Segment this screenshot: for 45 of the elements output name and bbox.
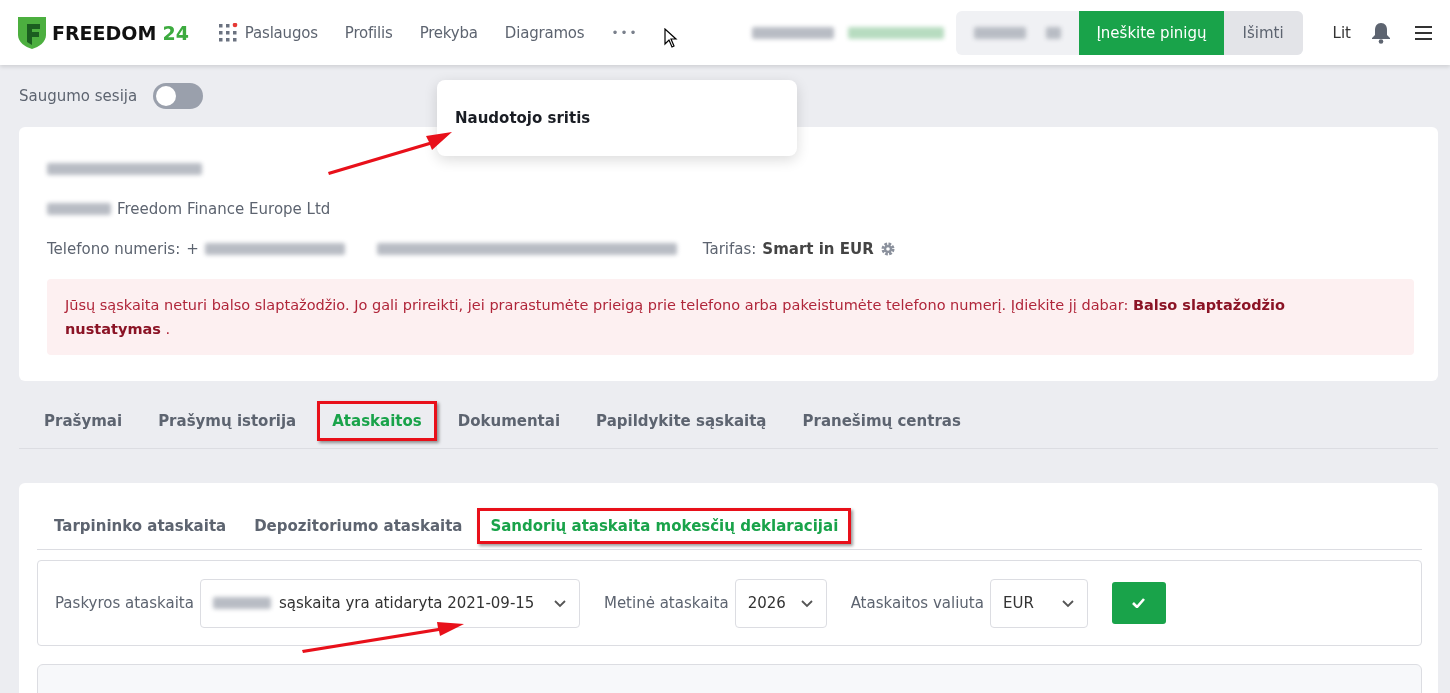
more-menu[interactable]: ••• (611, 25, 639, 40)
confirm-button[interactable] (1111, 582, 1166, 624)
language-switch[interactable]: Lit (1332, 23, 1351, 42)
nav-link[interactable]: Profilis (344, 23, 393, 42)
year-select[interactable]: 2026 (734, 578, 827, 628)
shield-logo-icon (18, 16, 46, 49)
tariff-label: Tarifas: (702, 240, 757, 258)
phone-prefix: + (186, 240, 199, 258)
tab[interactable]: Dokumentai (442, 400, 576, 441)
checkmark-icon (1132, 598, 1146, 608)
logo-number: 24 (162, 21, 189, 44)
tab[interactable]: Prašymų istorija (143, 400, 312, 441)
phone-label: Telefono numeris: (47, 240, 181, 258)
chevron-down-icon (799, 598, 814, 608)
bell-icon[interactable] (1371, 21, 1391, 44)
apps-grid-icon (218, 23, 239, 42)
account-report-select[interactable]: sąskaita yra atidaryta 2021-09-15 (199, 578, 580, 628)
annual-report-label: Metinė ataskaita (603, 594, 729, 612)
settings-icon[interactable] (879, 241, 896, 257)
report-tab[interactable]: Sandorių ataskaita mokesčių deklaracijai (477, 508, 852, 544)
cursor-icon (663, 27, 678, 48)
nav-link[interactable]: Diagramos (504, 23, 585, 42)
company-name: Freedom Finance Europe Ltd (117, 200, 331, 218)
security-session-toggle[interactable] (153, 83, 204, 109)
popover-title[interactable]: Naudotojo sritis (455, 109, 591, 127)
chevron-down-icon (552, 598, 567, 608)
security-session-label: Saugumo sesija (19, 87, 138, 105)
deposit-button[interactable]: Įneškite pinigų (1079, 10, 1224, 55)
tab[interactable]: Papildykite sąskaitą (581, 400, 782, 441)
tab[interactable]: Prašymai (29, 400, 138, 441)
voice-password-alert: Jūsų sąskaita neturi balso slaptažodžio. Jo gali prireikti, jei prarastumėte prieigą prie telefono arba pakeistumėte telefono numerį. Įdiekite jį dabar: Balso slaptažodžio nustatymas . (47, 279, 1414, 355)
redacted-text (47, 203, 111, 215)
currency-select[interactable]: EUR (989, 578, 1088, 628)
account-report-label: Paskyros ataskaita (55, 594, 194, 612)
currency-label: Ataskaitos valiuta (850, 594, 984, 612)
withdraw-button[interactable]: Išimti (1223, 10, 1303, 55)
nav-link[interactable]: Prekyba (419, 23, 478, 42)
nav-link[interactable]: Paslaugos (218, 23, 318, 42)
tariff-name: Smart in EUR (762, 240, 874, 258)
report-tab[interactable]: Tarpininko ataskaita (41, 508, 240, 544)
menu-icon[interactable] (1415, 25, 1432, 40)
report-tab[interactable]: Depozitoriumo ataskaita (241, 508, 476, 544)
chevron-down-icon (1060, 598, 1075, 608)
tab[interactable]: Pranešimų centras (787, 400, 976, 441)
logo-wordmark: FREEDOM (52, 21, 157, 44)
